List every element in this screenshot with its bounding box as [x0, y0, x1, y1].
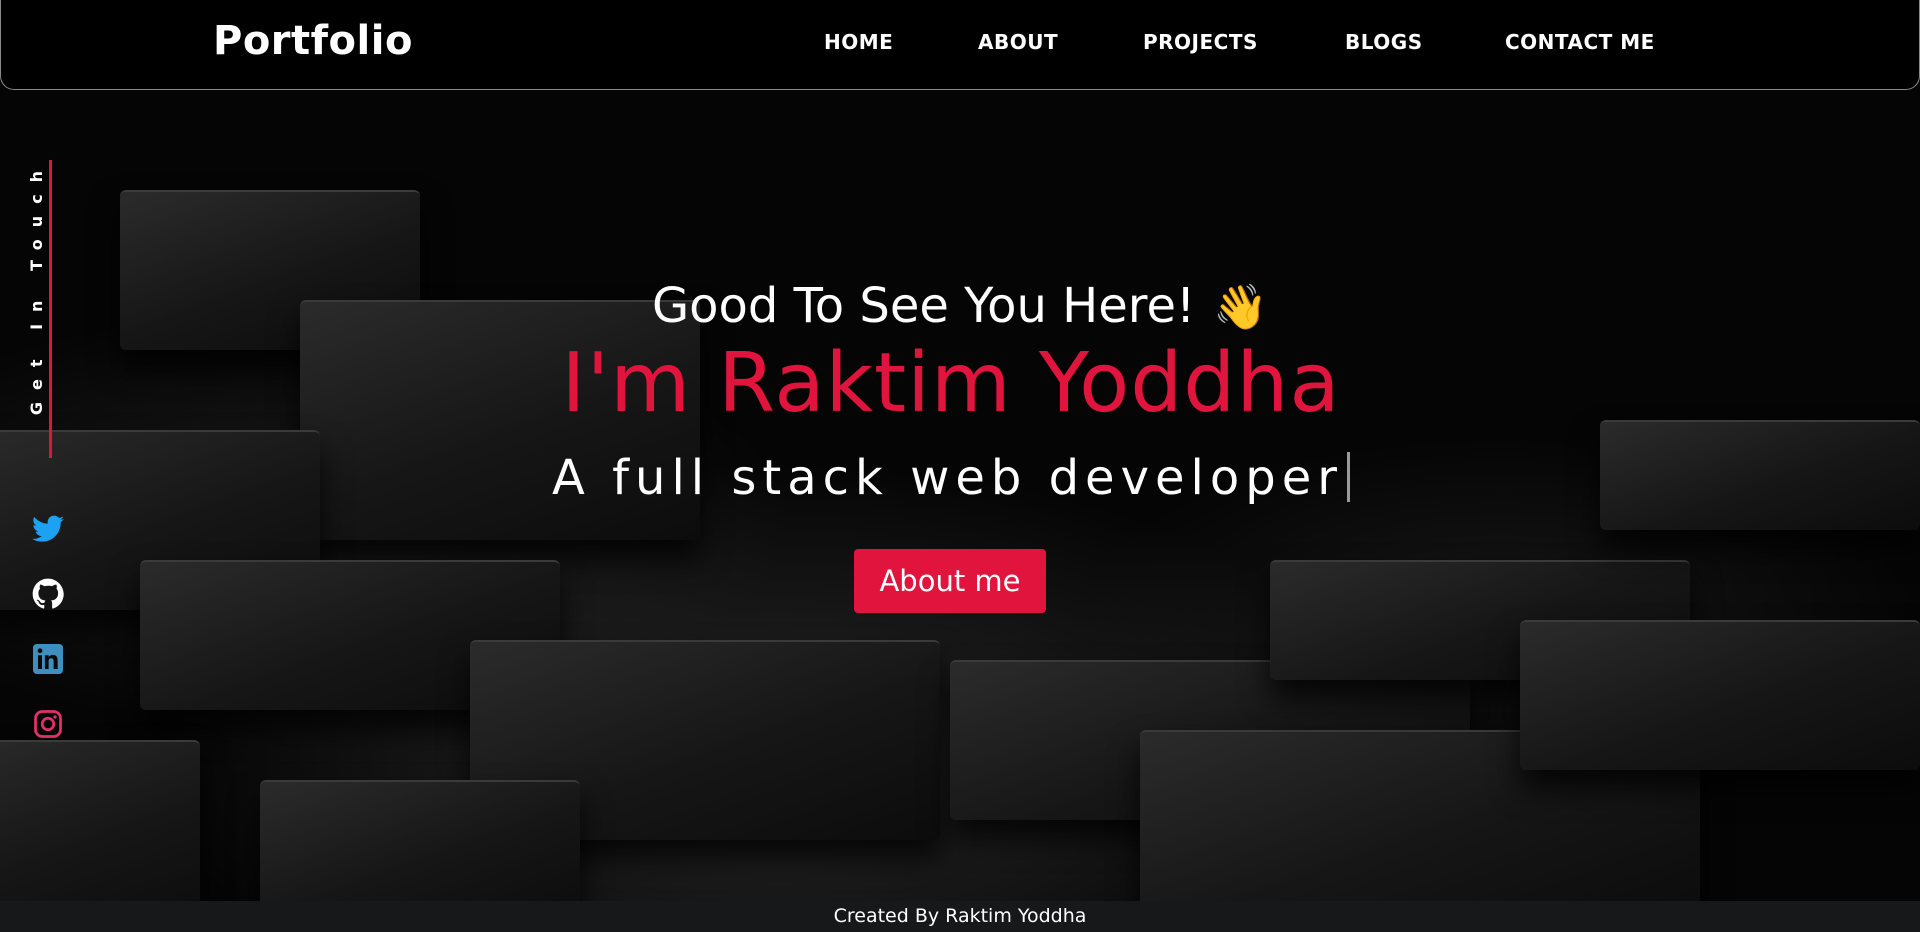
greeting: Good To See You Here! 👋 [0, 278, 1920, 334]
nav-about[interactable]: ABOUT [978, 30, 1058, 54]
navbar: Portfolio HOME ABOUT PROJECTS BLOGS CONT… [0, 0, 1920, 90]
linkedin-icon [33, 644, 63, 674]
nav-links: HOME ABOUT PROJECTS BLOGS CONTACT ME [1, 30, 1919, 60]
instagram-icon [34, 710, 62, 738]
hero-role-text: A full stack web developer [552, 450, 1343, 506]
instagram-link[interactable] [30, 706, 66, 742]
footer: Created By Raktim Yoddha [0, 901, 1920, 932]
waving-hand-icon: 👋 [1213, 282, 1269, 333]
twitter-icon [32, 515, 64, 542]
nav-contact-me[interactable]: CONTACT ME [1505, 30, 1655, 54]
get-in-touch-line [49, 160, 52, 458]
greeting-text: Good To See You Here! [651, 278, 1196, 334]
nav-home[interactable]: HOME [824, 30, 893, 54]
about-me-button[interactable]: About me [854, 549, 1046, 613]
get-in-touch: Get In Touch [22, 159, 52, 458]
github-icon [32, 578, 64, 609]
twitter-link[interactable] [30, 511, 66, 547]
nav-projects[interactable]: PROJECTS [1143, 30, 1258, 54]
github-link[interactable] [30, 576, 66, 612]
get-in-touch-label: Get In Touch [27, 158, 46, 416]
typing-cursor [1346, 452, 1350, 502]
linkedin-link[interactable] [30, 641, 66, 677]
hero-role: A full stack web developer [0, 450, 1902, 506]
hero-section: Good To See You Here! 👋 I'm Raktim Yoddha… [0, 0, 1920, 900]
hero-name: I'm Raktim Yoddha [561, 336, 1341, 431]
nav-blogs[interactable]: BLOGS [1345, 30, 1423, 54]
footer-text: Created By Raktim Yoddha [833, 905, 1087, 927]
